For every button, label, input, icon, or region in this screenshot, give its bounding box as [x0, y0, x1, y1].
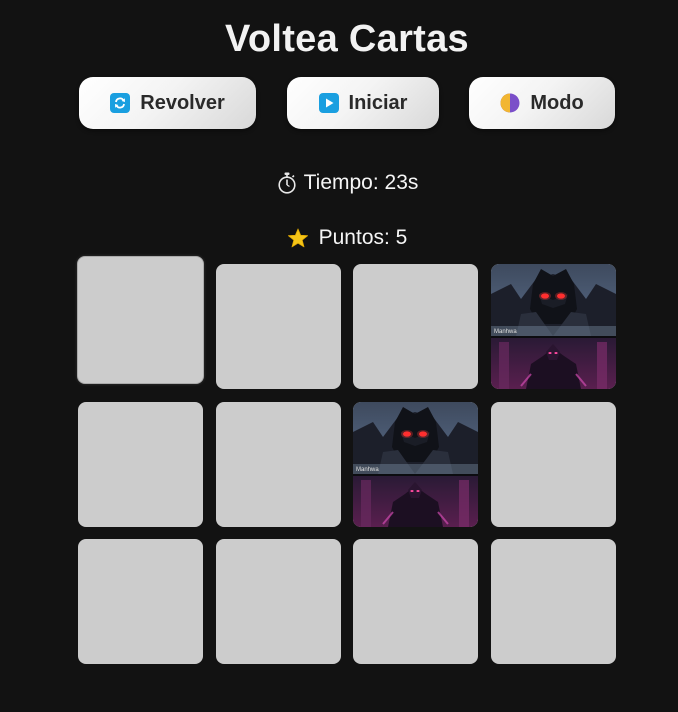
card-revealed[interactable]: Manhwa — [491, 264, 616, 389]
card-hidden[interactable] — [353, 539, 478, 664]
star-icon — [287, 227, 309, 249]
shuffle-button-label: Revolver — [140, 91, 225, 114]
card-hidden[interactable] — [78, 539, 203, 664]
start-button[interactable]: Iniciar — [287, 77, 439, 129]
card-hidden[interactable] — [353, 264, 478, 389]
card-revealed[interactable]: Manhwa — [353, 402, 478, 527]
card-hidden[interactable] — [78, 402, 203, 527]
svg-text:Manhwa: Manhwa — [494, 329, 517, 335]
shuffle-icon — [110, 93, 131, 113]
card-hidden[interactable] — [491, 539, 616, 664]
card-hidden[interactable] — [216, 402, 341, 527]
dark-armored-warrior-image: Manhwa — [491, 264, 616, 389]
svg-text:Manhwa: Manhwa — [356, 467, 379, 473]
dark-armored-warrior-image: Manhwa — [353, 402, 478, 527]
play-icon — [318, 93, 339, 113]
timer-display: Tiempo: 23s — [0, 170, 678, 196]
mode-button[interactable]: Modo — [469, 77, 615, 129]
timer-label: Tiempo: 23s — [303, 171, 419, 194]
shuffle-button[interactable]: Revolver — [79, 77, 256, 129]
card-hidden[interactable] — [491, 402, 616, 527]
start-button-label: Iniciar — [348, 91, 408, 114]
card-hidden[interactable] — [216, 539, 341, 664]
stopwatch-icon — [276, 172, 298, 194]
card-hidden[interactable] — [77, 256, 204, 384]
card-hidden[interactable] — [216, 264, 341, 389]
page-title: Voltea Cartas — [225, 18, 469, 60]
mode-button-label: Modo — [530, 91, 584, 114]
score-display: Puntos: 5 — [0, 225, 678, 251]
score-label: Puntos: 5 — [318, 226, 408, 249]
half-moon-icon — [500, 93, 520, 113]
